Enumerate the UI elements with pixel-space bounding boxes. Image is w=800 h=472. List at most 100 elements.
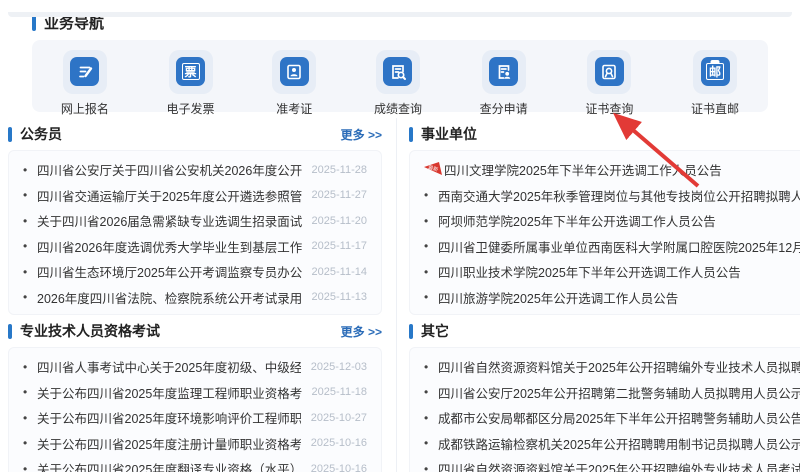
news-date: 2025-11-27: [311, 189, 367, 202]
list-item[interactable]: • 四川省生态环境厅2025年公开考调监察专员办公室和省生态环境保护... 2025…: [23, 259, 367, 285]
nav-item-admission-ticket[interactable]: 准考证: [272, 49, 317, 117]
list-item[interactable]: • 四川省交通运输厅关于2025年度公开遴选参照管理工作人员拟任职人... 2025…: [23, 183, 367, 209]
list-item[interactable]: •成都市公安局郫都区分局2025年下半年公开招聘警务辅助人员公告2025-11-…: [424, 405, 800, 431]
score-review-icon: [489, 57, 519, 86]
nav-item-certificate-mail[interactable]: 邮 证书直邮: [691, 49, 740, 117]
list-item[interactable]: •四川省自然资源资料馆关于2025年公开招聘编外专业技术人员考试总...2025…: [424, 456, 800, 472]
news-section: 其它 更多 >> •四川省自然资源资料馆关于2025年公开招聘编外专业技术人员拟…: [396, 315, 800, 472]
news-title-link[interactable]: 2026年度四川省法院、检察院系统公开考试录用公务员职位调整公告: [37, 288, 302, 307]
news-title-link[interactable]: 成都市公安局郫都区分局2025年下半年公开招聘警务辅助人员公告: [438, 408, 800, 427]
list-item[interactable]: •四川职业技术学院2025年下半年公开选调工作人员公告2025-12-05: [424, 259, 800, 285]
news-title-link[interactable]: 四川省2026年度选调优秀大学毕业生到基层工作职位调整公告: [37, 237, 302, 256]
nav-item-label: 成绩查询: [373, 101, 422, 116]
news-title-link[interactable]: 四川省公安厅关于四川省公安机关2026年度公开考试录用特警专业人...: [37, 160, 302, 179]
nav-item-score-review-application[interactable]: 查分申请: [480, 49, 528, 117]
section-title: 其它: [421, 323, 449, 339]
bullet-icon: •: [23, 264, 28, 279]
list-item[interactable]: •四川旅游学院2025年公开选调工作人员公告2025-12-05: [424, 285, 800, 311]
news-title-link[interactable]: 四川省卫健委所属事业单位西南医科大学附属口腔医院2025年12月公...: [438, 237, 800, 256]
bullet-icon: •: [23, 290, 28, 305]
news-list: • 四川省公安厅关于四川省公安机关2026年度公开考试录用特警专业人... 2025…: [8, 150, 382, 315]
header-accent-bar: [409, 323, 413, 339]
list-item[interactable]: •阿坝师范学院2025年下半年公开选调工作人员公告2025-12-05: [424, 208, 800, 234]
certificate-mail-icon: 邮: [700, 57, 730, 86]
bullet-icon: •: [424, 436, 429, 451]
news-title-link[interactable]: 四川文理学院2025年下半年公开选调工作人员公告: [444, 160, 800, 179]
news-title-link[interactable]: 四川省自然资源资料馆关于2025年公开招聘编外专业技术人员拟聘用...: [438, 357, 800, 376]
bullet-icon: •: [23, 213, 28, 228]
news-title-link[interactable]: 关于公布四川省2025年度翻译专业资格（水平）考试成绩复查结果的...: [37, 459, 301, 472]
bullet-icon: •: [23, 385, 28, 400]
list-item[interactable]: • 关于公布四川省2025年度环境影响评价工程师职业资格考试成绩复查... 2025…: [23, 405, 367, 431]
news-title-link[interactable]: 关于公布四川省2025年度环境影响评价工程师职业资格考试成绩复查...: [37, 408, 301, 427]
bullet-icon: •: [424, 239, 429, 254]
form-pen-icon: [70, 57, 100, 86]
bullet-icon: •: [23, 410, 28, 425]
news-list: •四川省自然资源资料馆关于2025年公开招聘编外专业技术人员拟聘用...2025…: [409, 347, 800, 472]
list-item[interactable]: •西南交通大学2025年秋季管理岗位与其他专技岗位公开招聘拟聘人选...2025…: [424, 183, 800, 209]
bullet-icon: •: [424, 385, 429, 400]
news-date: 2025-10-27: [310, 411, 367, 424]
bullet-icon: •: [23, 188, 28, 203]
list-item[interactable]: • 2026年度四川省法院、检察院系统公开考试录用公务员职位调整公告 2025-11…: [23, 285, 367, 311]
news-title-link[interactable]: 成都铁路运输检察机关2025年公开招聘聘用制书记员拟聘人员公示: [438, 434, 800, 453]
id-card-icon: [279, 57, 309, 86]
news-date: 2025-12-03: [310, 360, 367, 373]
news-title-link[interactable]: 关于公布四川省2025年度注册计量师职业资格考试成绩复查结果的通知: [37, 434, 301, 453]
news-date: 2025-10-16: [310, 437, 367, 450]
news-section: 事业单位 更多 >> 最新四川文理学院2025年下半年公开选调工作人员公告202…: [396, 118, 800, 315]
list-item[interactable]: •四川省自然资源资料馆关于2025年公开招聘编外专业技术人员拟聘用...2025…: [424, 354, 800, 380]
news-date: 2025-11-20: [311, 214, 367, 227]
bullet-icon: •: [23, 359, 28, 374]
list-item[interactable]: • 四川省2026年度选调优秀大学毕业生到基层工作职位调整公告 2025-11-17: [23, 234, 367, 260]
news-title-link[interactable]: 四川旅游学院2025年公开选调工作人员公告: [438, 288, 800, 307]
nav-item-e-invoice[interactable]: 票 电子发票: [166, 49, 215, 117]
news-list: • 四川省人事考试中心关于2025年度初级、中级经济专业技术资格考试... 2025…: [8, 347, 382, 472]
nav-item-label: 电子发票: [166, 101, 215, 116]
bullet-icon: •: [424, 188, 429, 203]
more-link[interactable]: 更多 >>: [341, 126, 382, 143]
news-title-link[interactable]: 四川省人事考试中心关于2025年度初级、中级经济专业技术资格考试...: [37, 357, 301, 376]
news-title-link[interactable]: 四川省交通运输厅关于2025年度公开遴选参照管理工作人员拟任职人...: [37, 186, 302, 205]
list-item[interactable]: • 关于公布四川省2025年度注册计量师职业资格考试成绩复查结果的通知 2025-1…: [23, 431, 367, 457]
news-date: 2025-11-28: [311, 163, 367, 176]
nav-item-online-registration[interactable]: 网上报名: [60, 49, 109, 117]
news-title-link[interactable]: 西南交通大学2025年秋季管理岗位与其他专技岗位公开招聘拟聘人选...: [438, 186, 800, 205]
bullet-icon: •: [424, 264, 429, 279]
list-item[interactable]: •四川省卫健委所属事业单位西南医科大学附属口腔医院2025年12月公...202…: [424, 234, 800, 260]
list-item[interactable]: 最新四川文理学院2025年下半年公开选调工作人员公告2025-12-08: [424, 157, 800, 183]
bullet-icon: •: [424, 290, 429, 305]
nav-item-certificate-query[interactable]: 证书查询: [585, 49, 634, 117]
news-date: 2025-11-13: [311, 291, 367, 304]
news-title-link[interactable]: 关于公布四川省2025年度监理工程师职业资格考试成绩复查结果的通知: [37, 383, 302, 402]
news-title-link[interactable]: 四川省生态环境厅2025年公开考调监察专员办公室和省生态环境保护...: [37, 262, 302, 281]
list-item[interactable]: •成都铁路运输检察机关2025年公开招聘聘用制书记员拟聘人员公示2025-11-…: [424, 431, 800, 457]
list-item[interactable]: • 关于四川省2026届急需紧缺专业选调生招录面试合格分数线的公告 2025-11-…: [23, 208, 367, 234]
news-title-link[interactable]: 关于四川省2026届急需紧缺专业选调生招录面试合格分数线的公告: [37, 211, 302, 230]
nav-item-label: 准考证: [276, 101, 313, 116]
list-item[interactable]: • 关于公布四川省2025年度翻译专业资格（水平）考试成绩复查结果的... 2025…: [23, 456, 367, 472]
news-title-link[interactable]: 四川职业技术学院2025年下半年公开选调工作人员公告: [438, 262, 800, 281]
bullet-icon: •: [23, 461, 28, 472]
section-title: 公务员: [20, 126, 62, 142]
news-section: 公务员 更多 >> • 四川省公安厅关于四川省公安机关2026年度公开考试录用特警…: [8, 118, 382, 315]
nav-item-label: 证书查询: [585, 101, 634, 116]
news-title-link[interactable]: 四川省自然资源资料馆关于2025年公开招聘编外专业技术人员考试总...: [438, 459, 800, 472]
section-title: 事业单位: [421, 126, 477, 142]
list-item[interactable]: • 四川省人事考试中心关于2025年度初级、中级经济专业技术资格考试... 2025…: [23, 354, 367, 380]
nav-item-label: 证书直邮: [691, 101, 740, 116]
list-item[interactable]: • 四川省公安厅关于四川省公安机关2026年度公开考试录用特警专业人... 2025…: [23, 157, 367, 183]
list-item[interactable]: •四川省公安厅2025年公开招聘第二批警务辅助人员拟聘用人员公示2025-11-…: [424, 380, 800, 406]
header-accent-bar: [409, 126, 413, 142]
bullet-icon: •: [23, 162, 28, 177]
bullet-icon: •: [424, 410, 429, 425]
news-section: 专业技术人员资格考试 更多 >> • 四川省人事考试中心关于2025年度初级、中级…: [8, 315, 382, 472]
nav-item-label: 网上报名: [60, 101, 109, 116]
news-title-link[interactable]: 四川省公安厅2025年公开招聘第二批警务辅助人员拟聘用人员公示: [438, 383, 800, 402]
header-accent-bar: [8, 126, 12, 142]
nav-item-score-query[interactable]: 成绩查询: [373, 49, 422, 117]
list-item[interactable]: • 关于公布四川省2025年度监理工程师职业资格考试成绩复查结果的通知 2025-1…: [23, 380, 367, 406]
more-link[interactable]: 更多 >>: [341, 323, 382, 340]
news-title-link[interactable]: 阿坝师范学院2025年下半年公开选调工作人员公告: [438, 211, 800, 230]
bullet-icon: •: [424, 461, 429, 472]
